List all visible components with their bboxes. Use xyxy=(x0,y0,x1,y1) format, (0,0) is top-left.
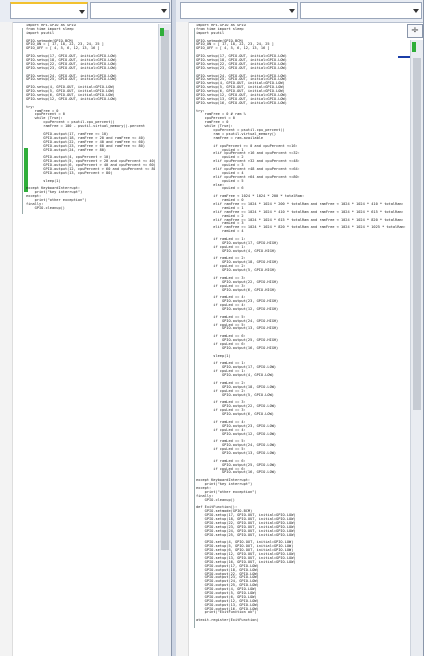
right-scroll-thumb[interactable] xyxy=(413,58,421,410)
right-class-combo[interactable] xyxy=(180,2,298,19)
right-indent-guide xyxy=(194,28,195,628)
right-member-combo[interactable] xyxy=(300,2,422,19)
left-member-combo[interactable] xyxy=(90,2,170,19)
left-indent-guide xyxy=(22,28,23,214)
left-class-combo[interactable] xyxy=(10,2,88,19)
left-editor-pane: import RPi.GPIO as GPIO from time import … xyxy=(0,0,172,656)
right-vertical-scrollbar[interactable] xyxy=(410,40,423,656)
left-code-editor[interactable]: import RPi.GPIO as GPIO from time import … xyxy=(26,24,155,656)
right-nav-bar xyxy=(176,0,423,23)
code-line: GPIO.cleanup() xyxy=(26,205,65,210)
right-editor-pane: import RPi.GPIO as GPIO from time import … xyxy=(176,0,424,656)
chevron-down-icon xyxy=(79,10,85,14)
chevron-down-icon xyxy=(289,9,295,13)
right-line-gutter xyxy=(176,22,189,656)
code-line: atexit.register(ExitFunction) xyxy=(196,618,259,623)
code-line: ramFree = 100 - psutil.virtual_memory().… xyxy=(26,124,145,129)
right-scroll-change-marker xyxy=(412,42,416,52)
split-icon: ÷ xyxy=(410,25,420,36)
left-scroll-change-marker xyxy=(160,28,164,36)
split-view-button[interactable]: ÷ xyxy=(407,24,423,38)
left-nav-bar xyxy=(0,0,171,23)
left-scroll-thumb[interactable] xyxy=(161,30,169,550)
chevron-down-icon xyxy=(161,9,167,13)
chevron-down-icon xyxy=(413,9,419,13)
left-vertical-scrollbar[interactable] xyxy=(158,24,171,656)
left-line-gutter xyxy=(0,22,13,656)
right-code-editor[interactable]: import RPi.GPIO as GPIO from time import … xyxy=(196,24,407,656)
